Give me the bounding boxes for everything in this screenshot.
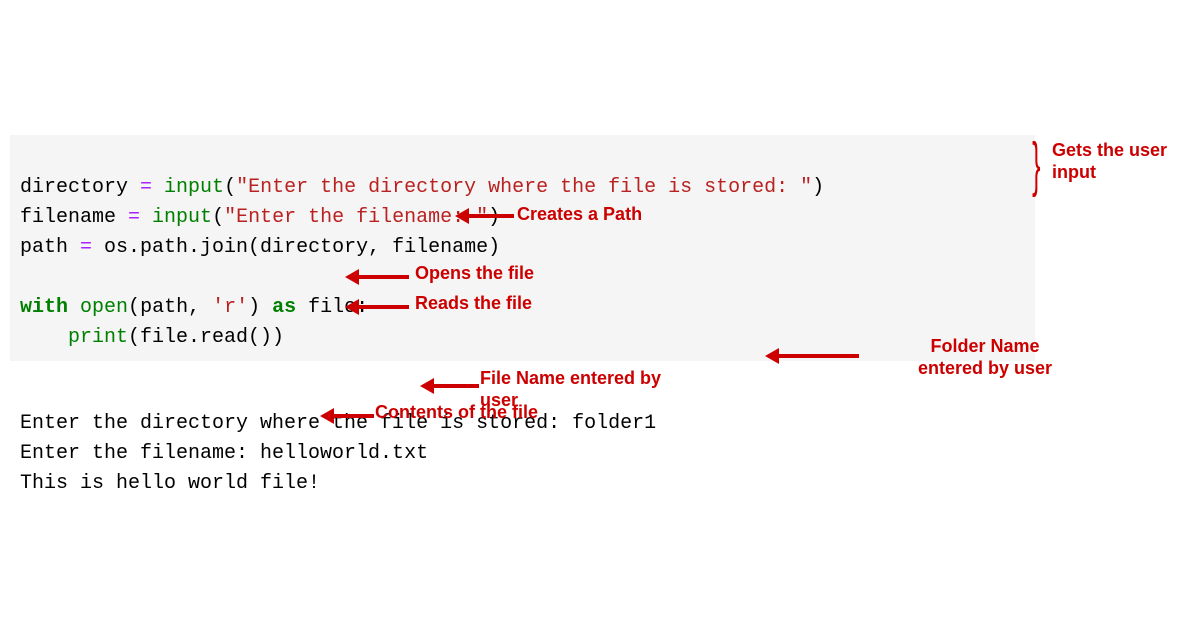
annotation-reads-file: Reads the file (415, 293, 532, 315)
code-token: = (128, 206, 152, 229)
arrow-opens-file (345, 269, 409, 285)
annotation-folder-name: Folder Name entered by user (905, 336, 1065, 379)
arrow-folder-name (765, 348, 859, 364)
code-token: path (20, 236, 80, 259)
annotation-gets-input: Gets the user input (1052, 140, 1192, 183)
code-token: filename (20, 206, 128, 229)
arrow-reads-file (345, 299, 409, 315)
code-token (68, 296, 80, 319)
code-token: input (152, 206, 212, 229)
annotation-contents: Contents of the file (375, 402, 538, 424)
code-token: path, (140, 296, 212, 319)
annotation-creates-path: Creates a Path (517, 204, 642, 226)
code-token: ) (248, 296, 272, 319)
code-token: with (20, 296, 68, 319)
code-token: ( (212, 206, 224, 229)
output-line: This is hello world file! (20, 472, 320, 495)
code-token: ( (224, 176, 236, 199)
code-token: ( (128, 296, 140, 319)
code-token: ) (812, 176, 824, 199)
code-token: = (140, 176, 164, 199)
code-token: (file.read()) (128, 326, 284, 349)
code-token: "Enter the directory where the file is s… (236, 176, 812, 199)
arrow-contents (320, 408, 374, 424)
output-line: Enter the filename: helloworld.txt (20, 442, 428, 465)
code-token: "Enter the filename: " (224, 206, 488, 229)
code-token: open (80, 296, 128, 319)
code-token: = (80, 236, 104, 259)
code-token: print (68, 326, 128, 349)
arrow-creates-path (455, 208, 514, 224)
code-token: 'r' (212, 296, 248, 319)
brace-icon: } (1032, 129, 1040, 199)
code-block: directory = input("Enter the directory w… (10, 135, 1035, 361)
code-token (20, 326, 68, 349)
code-token: input (164, 176, 224, 199)
code-token: as (272, 296, 296, 319)
annotation-opens-file: Opens the file (415, 263, 534, 285)
code-token: os.path.join(directory, filename) (104, 236, 500, 259)
arrow-file-name (420, 378, 479, 394)
code-token: directory (20, 176, 140, 199)
